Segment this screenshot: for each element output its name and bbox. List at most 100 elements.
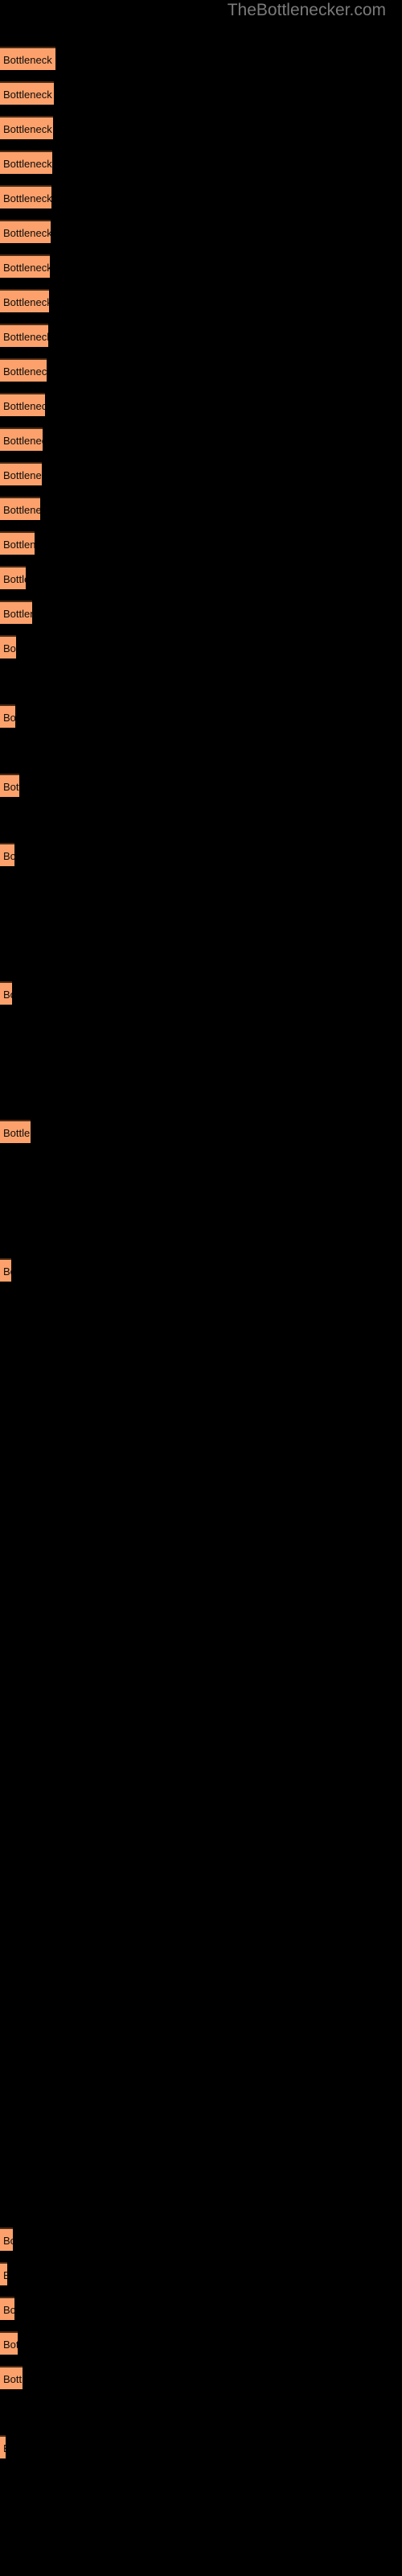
bar-row[interactable]: Bottleneck result xyxy=(0,289,402,312)
bar-rect[interactable]: Bottleneck result xyxy=(0,601,32,624)
bar-row[interactable]: Bottleneck result xyxy=(0,2262,402,2285)
bar-row[interactable] xyxy=(0,947,402,970)
bar-rect[interactable]: Bottleneck result xyxy=(0,427,43,451)
bar-row[interactable] xyxy=(0,2401,402,2424)
bar-row[interactable] xyxy=(0,2470,402,2493)
bar-row[interactable]: Bottleneck result xyxy=(0,393,402,416)
bar-row[interactable] xyxy=(0,1639,402,1662)
bar-row[interactable] xyxy=(0,2124,402,2147)
bar-row[interactable] xyxy=(0,1327,402,1351)
bar-row[interactable]: Bottleneck result xyxy=(0,2227,402,2251)
bar-row[interactable] xyxy=(0,1570,402,1593)
bar-rect[interactable]: Bottleneck result xyxy=(0,116,53,139)
bar-row[interactable]: Bottleneck result xyxy=(0,151,402,174)
bar-row[interactable] xyxy=(0,2193,402,2216)
bar-row[interactable] xyxy=(0,1743,402,1766)
bar-row[interactable]: Bottleneck result xyxy=(0,358,402,382)
bar-row[interactable]: Bottleneck result xyxy=(0,2435,402,2458)
bar-rect[interactable]: Bottleneck result xyxy=(0,254,50,278)
bar-row[interactable]: Bottleneck result xyxy=(0,1258,402,1282)
bar-row[interactable] xyxy=(0,2539,402,2562)
bar-row[interactable]: Bottleneck result xyxy=(0,427,402,451)
bar-rect[interactable]: Bottleneck result xyxy=(0,393,45,416)
bar-rect[interactable]: Bottleneck result xyxy=(0,220,51,243)
bar-rect[interactable]: Bottleneck result xyxy=(0,566,26,589)
bar-rect[interactable]: Bottleneck result xyxy=(0,47,55,70)
bar-rect[interactable]: Bottleneck result xyxy=(0,1258,11,1282)
bar-row[interactable]: Bottleneck result xyxy=(0,566,402,589)
bar-row[interactable]: Bottleneck result xyxy=(0,462,402,485)
bar-rect[interactable]: Bottleneck result xyxy=(0,358,47,382)
bar-row[interactable]: Bottleneck result xyxy=(0,254,402,278)
bar-row[interactable] xyxy=(0,2504,402,2528)
bar-rect[interactable]: Bottleneck result xyxy=(0,151,52,174)
bar-row[interactable]: Bottleneck result xyxy=(0,981,402,1005)
bar-row[interactable]: Bottleneck result xyxy=(0,635,402,658)
bar-row[interactable]: Bottleneck result xyxy=(0,116,402,139)
bar-rect[interactable]: Bottleneck result xyxy=(0,635,16,658)
bar-row[interactable] xyxy=(0,1604,402,1628)
bar-row[interactable] xyxy=(0,1016,402,1039)
bar-rect[interactable]: Bottleneck result xyxy=(0,774,19,797)
bar-row[interactable]: Bottleneck result xyxy=(0,81,402,105)
bar-row[interactable] xyxy=(0,1535,402,1558)
bar-rect[interactable]: Bottleneck result xyxy=(0,2262,7,2285)
bar-row[interactable] xyxy=(0,912,402,935)
bar-row[interactable] xyxy=(0,2158,402,2182)
bar-row[interactable]: Bottleneck result xyxy=(0,497,402,520)
bar-row[interactable] xyxy=(0,1189,402,1212)
bar-row[interactable] xyxy=(0,1674,402,1697)
bar-row[interactable] xyxy=(0,1397,402,1420)
bar-rect[interactable]: Bottleneck result xyxy=(0,324,48,347)
bar-row[interactable]: Bottleneck result xyxy=(0,220,402,243)
bar-row[interactable] xyxy=(0,1431,402,1455)
bar-row[interactable]: Bottleneck result xyxy=(0,774,402,797)
bar-row[interactable]: Bottleneck result xyxy=(0,324,402,347)
bar-rect[interactable]: Bottleneck result xyxy=(0,2331,18,2355)
bar-row[interactable] xyxy=(0,1708,402,1732)
bar-rect[interactable]: Bottleneck result xyxy=(0,185,51,208)
bar-rect[interactable]: Bottleneck result xyxy=(0,704,15,728)
bar-rect[interactable]: Bottleneck result xyxy=(0,2227,13,2251)
bar-row[interactable] xyxy=(0,1777,402,1801)
bar-row[interactable]: Bottleneck result xyxy=(0,601,402,624)
bar-row[interactable] xyxy=(0,2089,402,2112)
bar-rect[interactable]: Bottleneck result xyxy=(0,81,54,105)
bar-rect[interactable]: Bottleneck result xyxy=(0,497,40,520)
bar-rect[interactable]: Bottleneck result xyxy=(0,462,42,485)
bar-row[interactable]: Bottleneck result xyxy=(0,2366,402,2389)
bar-row[interactable]: Bottleneck result xyxy=(0,704,402,728)
bar-row[interactable]: Bottleneck result xyxy=(0,185,402,208)
bar-row[interactable] xyxy=(0,1881,402,1905)
bar-row[interactable] xyxy=(0,1154,402,1178)
bar-row[interactable] xyxy=(0,1916,402,1939)
bar-rect[interactable]: Bottleneck result xyxy=(0,531,35,555)
bar-row[interactable] xyxy=(0,670,402,693)
bar-row[interactable] xyxy=(0,1951,402,1974)
bar-row[interactable] xyxy=(0,2054,402,2078)
bar-row[interactable] xyxy=(0,1501,402,1524)
bar-rect[interactable]: Bottleneck result xyxy=(0,2366,23,2389)
bar-rect[interactable]: Bottleneck result xyxy=(0,289,49,312)
bar-row[interactable] xyxy=(0,1362,402,1385)
bar-rect[interactable]: Bottleneck result xyxy=(0,843,14,866)
bar-rect[interactable]: Bottleneck result xyxy=(0,2297,14,2320)
bar-rect[interactable]: Bottleneck result xyxy=(0,981,12,1005)
bar-row[interactable]: Bottleneck result xyxy=(0,531,402,555)
bar-row[interactable] xyxy=(0,1847,402,1870)
bar-row[interactable] xyxy=(0,1985,402,2008)
bar-row[interactable] xyxy=(0,877,402,901)
bar-row[interactable] xyxy=(0,1051,402,1074)
bar-row[interactable] xyxy=(0,2020,402,2043)
bar-row[interactable] xyxy=(0,808,402,832)
bar-rect[interactable]: Bottleneck result xyxy=(0,2435,6,2458)
bar-row[interactable] xyxy=(0,1224,402,1247)
bar-row[interactable]: Bottleneck result xyxy=(0,2297,402,2320)
bar-row[interactable] xyxy=(0,1085,402,1108)
bar-row[interactable] xyxy=(0,1466,402,1489)
bar-row[interactable] xyxy=(0,1812,402,1835)
bar-row[interactable]: Bottleneck result xyxy=(0,2331,402,2355)
bar-row[interactable] xyxy=(0,739,402,762)
bar-row[interactable]: Bottleneck result xyxy=(0,1120,402,1143)
bar-row[interactable]: Bottleneck result xyxy=(0,843,402,866)
